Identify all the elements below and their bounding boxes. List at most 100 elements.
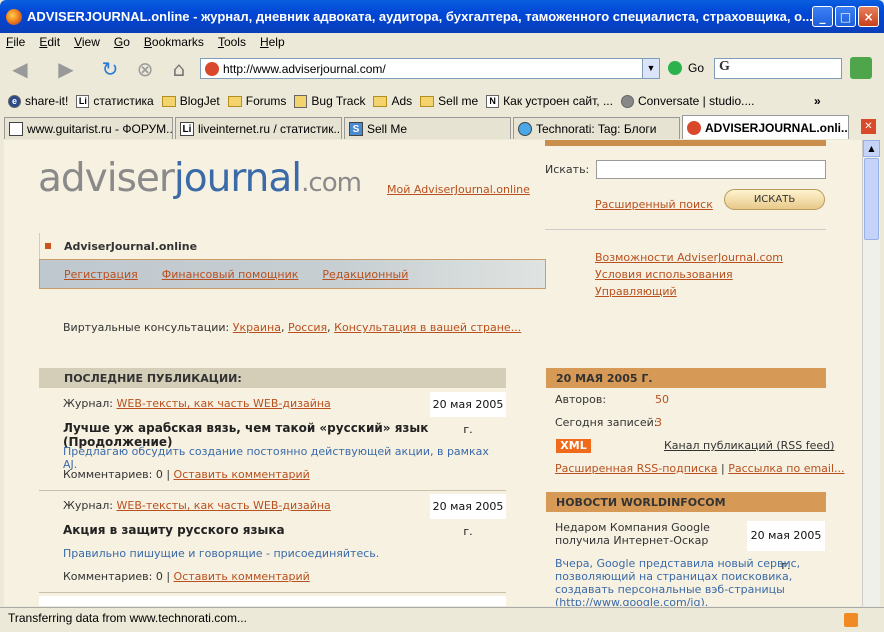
tab-adviserjournal[interactable]: ADVISERJOURNAL.onli...: [682, 115, 849, 139]
folder-icon: [420, 95, 435, 107]
rss-feed-link[interactable]: Канал публикаций (RSS feed): [664, 439, 834, 452]
rss-icon[interactable]: [844, 613, 858, 627]
leave-comment-link[interactable]: Оставить комментарий: [174, 468, 310, 481]
stats-header: 20 МАЯ 2005 Г.: [546, 368, 826, 388]
site-favicon-icon: [205, 62, 219, 76]
folder-icon: [161, 95, 176, 107]
close-window-button[interactable]: ×: [858, 6, 879, 27]
ukraine-link[interactable]: Украина: [233, 321, 281, 334]
menu-edit[interactable]: Edit: [39, 35, 60, 49]
news-title: Недаром Компания Google получила Интерне…: [555, 521, 710, 547]
section-nav: Регистрация Финансовый помощник Редакцио…: [39, 259, 546, 289]
page-content: adviserjournal.com Мой AdviserJournal.on…: [4, 140, 862, 606]
go-label: Go: [688, 61, 705, 75]
editorial-link[interactable]: Редакционный: [322, 268, 408, 281]
window-titlebar: ADVISERJOURNAL.online - журнал, дневник …: [0, 0, 884, 33]
menu-tools[interactable]: Tools: [218, 35, 246, 49]
divider: [39, 490, 506, 491]
tab-liveinternet[interactable]: Li liveinternet.ru / статистик...: [175, 117, 342, 139]
your-country-link[interactable]: Консультация в вашей стране...: [334, 321, 521, 334]
scroll-up-icon[interactable]: ▲: [863, 140, 880, 157]
news-text[interactable]: Вчера, Google представила новый сервис, …: [555, 557, 825, 606]
bookmark-statistics[interactable]: Li статистика: [76, 94, 154, 108]
manager-link[interactable]: Управляющий: [595, 283, 783, 300]
russia-link[interactable]: Россия: [288, 321, 327, 334]
folder-icon: [227, 95, 242, 107]
menu-help[interactable]: Help: [260, 35, 285, 49]
bookmark-ads[interactable]: Ads: [373, 94, 412, 108]
chevron-more-icon[interactable]: »: [814, 94, 821, 108]
extended-rss-link[interactable]: Расширенная RSS-подписка: [555, 462, 718, 475]
tab-sell-me[interactable]: S Sell Me: [344, 117, 511, 139]
tab-guitarist[interactable]: www.guitarist.ru - ФОРУМ...: [4, 117, 173, 139]
speech-bubble-icon: [620, 94, 634, 108]
register-link[interactable]: Регистрация: [64, 268, 138, 281]
divider: [39, 592, 506, 593]
close-tab-icon[interactable]: ✕: [861, 119, 876, 134]
site-logo[interactable]: adviserjournal.com: [38, 156, 362, 201]
back-arrow-icon[interactable]: ◀: [6, 55, 34, 83]
my-account-link[interactable]: Мой AdviserJournal.online: [387, 183, 530, 196]
xml-badge[interactable]: XML: [556, 439, 591, 453]
tab-bar: www.guitarist.ru - ФОРУМ... Li liveintern…: [0, 115, 884, 139]
bookmark-bug-track[interactable]: Bug Track: [294, 94, 365, 108]
bookmarks-toolbar: e share-it! Li статистика BlogJet Forums B…: [0, 90, 884, 112]
url-dropdown-icon[interactable]: ▼: [642, 59, 659, 78]
status-bar: Transferring data from www.technorati.co…: [0, 607, 884, 632]
site-section: AdviserJournal.online Регистрация Финанс…: [39, 233, 546, 289]
advanced-search-link[interactable]: Расширенный поиск: [595, 198, 713, 211]
bookmark-conversate[interactable]: Conversate | studio....: [620, 94, 754, 108]
maximize-button[interactable]: □: [835, 6, 856, 27]
scroll-thumb[interactable]: [864, 158, 879, 240]
publication-item: [39, 596, 506, 606]
tab-technorati[interactable]: Technorati: Tag: Блоги: [513, 117, 680, 139]
search-label: Искать:: [545, 163, 590, 176]
publication-date: 20 мая 2005 г.: [430, 392, 506, 436]
leave-comment-link[interactable]: Оставить комментарий: [174, 570, 310, 583]
journal-link[interactable]: WEB-тексты, как часть WEB-дизайна: [117, 499, 331, 512]
terms-link[interactable]: Условия использования: [595, 266, 783, 283]
menu-go[interactable]: Go: [114, 35, 130, 49]
news-header: НОВОСТИ WORLDINFOCOM: [546, 492, 826, 512]
menu-file[interactable]: File: [6, 35, 25, 49]
li-icon: Li: [76, 94, 90, 108]
reload-icon[interactable]: ↻: [96, 55, 124, 83]
download-icon[interactable]: [850, 57, 872, 79]
features-link[interactable]: Возможности AdviserJournal.com: [595, 249, 783, 266]
go-button[interactable]: Go: [668, 61, 704, 75]
home-icon[interactable]: ⌂: [165, 55, 193, 83]
vertical-scrollbar[interactable]: ▲: [862, 140, 880, 606]
email-subscription-link[interactable]: Рассылка по email...: [728, 462, 844, 475]
speech-bubble-icon: [518, 121, 532, 136]
search-button[interactable]: ИСКАТЬ: [724, 189, 825, 210]
finance-helper-link[interactable]: Финансовый помощник: [162, 268, 299, 281]
bookmark-blogjet[interactable]: BlogJet: [161, 94, 220, 108]
today-value: 3: [655, 416, 662, 429]
publication-title[interactable]: Акция в защиту русского языка: [63, 523, 285, 537]
e5-icon: e: [8, 94, 21, 108]
forward-arrow-icon[interactable]: ▶: [52, 55, 80, 83]
go-icon: [668, 61, 682, 75]
comments-count: Комментариев: 0: [63, 468, 163, 481]
search-engine-box[interactable]: G: [714, 58, 842, 79]
menu-bookmarks[interactable]: Bookmarks: [144, 35, 204, 49]
bookmark-site-structure[interactable]: N Как устроен сайт, ...: [486, 94, 613, 108]
virtual-consultations: Виртуальные консультации: Украина, Росси…: [63, 321, 522, 334]
stop-icon[interactable]: ⊗: [131, 55, 159, 83]
li-icon: Li: [180, 121, 194, 136]
n-icon: N: [486, 94, 500, 108]
site-search-input[interactable]: [596, 160, 826, 179]
bookmark-sell-me[interactable]: Sell me: [420, 94, 478, 108]
authors-label: Авторов:: [555, 393, 607, 406]
site-favicon-icon: [687, 120, 701, 135]
journal-link[interactable]: WEB-тексты, как часть WEB-дизайна: [117, 397, 331, 410]
menu-bar: File Edit View Go Bookmarks Tools Help: [0, 33, 884, 51]
bookmark-share-it[interactable]: e share-it!: [8, 94, 68, 108]
divider: [545, 229, 826, 230]
comments-count: Комментариев: 0: [63, 570, 163, 583]
address-bar[interactable]: http://www.adviserjournal.com/ ▼: [200, 58, 660, 79]
minimize-button[interactable]: _: [812, 6, 833, 27]
bookmark-forums[interactable]: Forums: [227, 94, 286, 108]
menu-view[interactable]: View: [74, 35, 100, 49]
sm-icon: S: [349, 121, 363, 136]
